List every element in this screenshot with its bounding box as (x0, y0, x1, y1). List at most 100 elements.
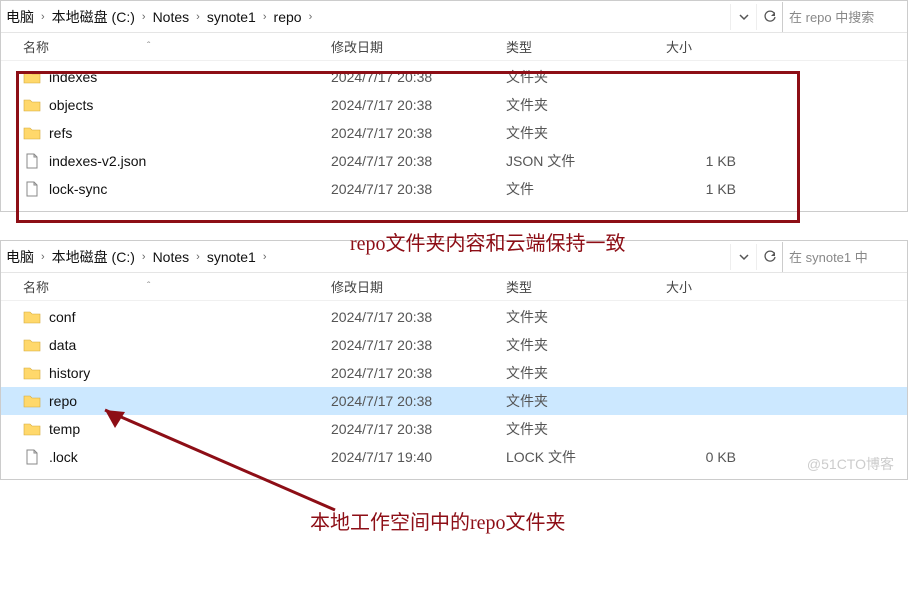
chevron-right-icon: › (257, 11, 273, 23)
file-size: 1 KB (666, 153, 766, 169)
history-dropdown-icon[interactable] (730, 244, 756, 270)
search-input[interactable]: 在 repo 中搜索 (782, 2, 907, 32)
list-item[interactable]: data 2024/7/17 20:38文件夹 (1, 331, 907, 359)
list-item[interactable]: objects 2024/7/17 20:38文件夹 (1, 91, 907, 119)
file-date: 2024/7/17 20:38 (331, 365, 506, 381)
breadcrumb[interactable]: 电脑›本地磁盘 (C:)›Notes›synote1›repo› (1, 5, 730, 29)
chevron-right-icon: › (136, 11, 152, 23)
column-headers[interactable]: 名称 ˆ 修改日期 类型 大小 (1, 33, 907, 61)
column-headers[interactable]: 名称 ˆ 修改日期 类型 大小 (1, 273, 907, 301)
list-item[interactable]: repo 2024/7/17 20:38文件夹 (1, 387, 907, 415)
folder-icon (23, 125, 41, 141)
folder-icon (23, 337, 41, 353)
breadcrumb[interactable]: 电脑›本地磁盘 (C:)›Notes›synote1› (1, 245, 730, 269)
chevron-right-icon: › (35, 251, 51, 263)
file-date: 2024/7/17 20:38 (331, 181, 506, 197)
breadcrumb-segment[interactable]: 电脑 (5, 5, 35, 29)
file-icon (23, 449, 41, 465)
file-date: 2024/7/17 20:38 (331, 97, 506, 113)
file-size: 1 KB (666, 181, 766, 197)
search-input[interactable]: 在 synote1 中 (782, 242, 907, 272)
file-type: 文件夹 (506, 363, 666, 383)
file-name: conf (49, 309, 75, 325)
file-type: 文件 (506, 179, 666, 199)
file-name: indexes (49, 69, 97, 85)
header-name[interactable]: 名称 (23, 277, 49, 296)
folder-icon (23, 309, 41, 325)
header-type[interactable]: 类型 (506, 37, 666, 56)
breadcrumb-segment[interactable]: synote1 (206, 7, 257, 27)
header-date[interactable]: 修改日期 (331, 277, 506, 296)
file-type: 文件夹 (506, 391, 666, 411)
explorer-window-repo: 电脑›本地磁盘 (C:)›Notes›synote1›repo› 在 repo … (0, 0, 908, 212)
file-type: 文件夹 (506, 95, 666, 115)
folder-icon (23, 69, 41, 85)
file-name: lock-sync (49, 181, 107, 197)
list-item[interactable]: indexes 2024/7/17 20:38文件夹 (1, 63, 907, 91)
header-name[interactable]: 名称 (23, 37, 49, 56)
file-type: 文件夹 (506, 419, 666, 439)
list-item[interactable]: refs 2024/7/17 20:38文件夹 (1, 119, 907, 147)
file-icon (23, 153, 41, 169)
file-name: temp (49, 421, 80, 437)
file-name: repo (49, 393, 77, 409)
file-date: 2024/7/17 20:38 (331, 421, 506, 437)
file-name: data (49, 337, 76, 353)
list-item[interactable]: .lock2024/7/17 19:40LOCK 文件0 KB (1, 443, 907, 471)
watermark: @51CTO博客 (807, 454, 894, 474)
header-date[interactable]: 修改日期 (331, 37, 506, 56)
file-date: 2024/7/17 20:38 (331, 309, 506, 325)
breadcrumb-segment[interactable]: Notes (152, 7, 191, 27)
chevron-right-icon: › (136, 251, 152, 263)
sort-caret-icon: ˆ (147, 41, 150, 52)
refresh-icon[interactable] (756, 244, 782, 270)
chevron-right-icon: › (257, 251, 273, 263)
file-type: 文件夹 (506, 335, 666, 355)
file-type: 文件夹 (506, 67, 666, 87)
file-date: 2024/7/17 20:38 (331, 337, 506, 353)
list-item[interactable]: history 2024/7/17 20:38文件夹 (1, 359, 907, 387)
file-date: 2024/7/17 20:38 (331, 153, 506, 169)
refresh-icon[interactable] (756, 4, 782, 30)
file-type: 文件夹 (506, 123, 666, 143)
chevron-right-icon: › (35, 11, 51, 23)
file-date: 2024/7/17 20:38 (331, 69, 506, 85)
header-size[interactable]: 大小 (666, 37, 766, 56)
folder-icon (23, 421, 41, 437)
file-name: .lock (49, 449, 78, 465)
list-item[interactable]: lock-sync 2024/7/17 20:38文件1 KB (1, 175, 907, 203)
file-size: 0 KB (666, 449, 766, 465)
address-bar: 电脑›本地磁盘 (C:)›Notes›synote1›repo› 在 repo … (1, 1, 907, 33)
file-type: 文件夹 (506, 307, 666, 327)
list-item[interactable]: indexes-v2.json2024/7/17 20:38JSON 文件1 K… (1, 147, 907, 175)
breadcrumb-segment[interactable]: 本地磁盘 (C:) (51, 245, 136, 269)
explorer-window-synote1: 电脑›本地磁盘 (C:)›Notes›synote1› 在 synote1 中 … (0, 240, 908, 480)
breadcrumb-segment[interactable]: 本地磁盘 (C:) (51, 5, 136, 29)
sort-caret-icon: ˆ (147, 281, 150, 292)
file-date: 2024/7/17 20:38 (331, 125, 506, 141)
annotation-text-bottom: 本地工作空间中的repo文件夹 (310, 506, 566, 535)
file-name: refs (49, 125, 72, 141)
folder-icon (23, 97, 41, 113)
breadcrumb-segment[interactable]: synote1 (206, 247, 257, 267)
chevron-right-icon: › (190, 11, 206, 23)
breadcrumb-segment[interactable]: Notes (152, 247, 191, 267)
list-item[interactable]: conf 2024/7/17 20:38文件夹 (1, 303, 907, 331)
breadcrumb-segment[interactable]: 电脑 (5, 245, 35, 269)
file-icon (23, 181, 41, 197)
file-name: objects (49, 97, 93, 113)
file-type: JSON 文件 (506, 151, 666, 171)
address-bar: 电脑›本地磁盘 (C:)›Notes›synote1› 在 synote1 中 (1, 241, 907, 273)
breadcrumb-segment[interactable]: repo (273, 7, 303, 27)
header-size[interactable]: 大小 (666, 277, 766, 296)
chevron-right-icon: › (190, 251, 206, 263)
file-list: conf2024/7/17 20:38文件夹data2024/7/17 20:3… (1, 301, 907, 479)
history-dropdown-icon[interactable] (730, 4, 756, 30)
folder-icon (23, 365, 41, 381)
file-list: indexes2024/7/17 20:38文件夹objects2024/7/1… (1, 61, 907, 211)
file-date: 2024/7/17 20:38 (331, 393, 506, 409)
header-type[interactable]: 类型 (506, 277, 666, 296)
file-name: history (49, 365, 90, 381)
list-item[interactable]: temp 2024/7/17 20:38文件夹 (1, 415, 907, 443)
file-type: LOCK 文件 (506, 447, 666, 467)
